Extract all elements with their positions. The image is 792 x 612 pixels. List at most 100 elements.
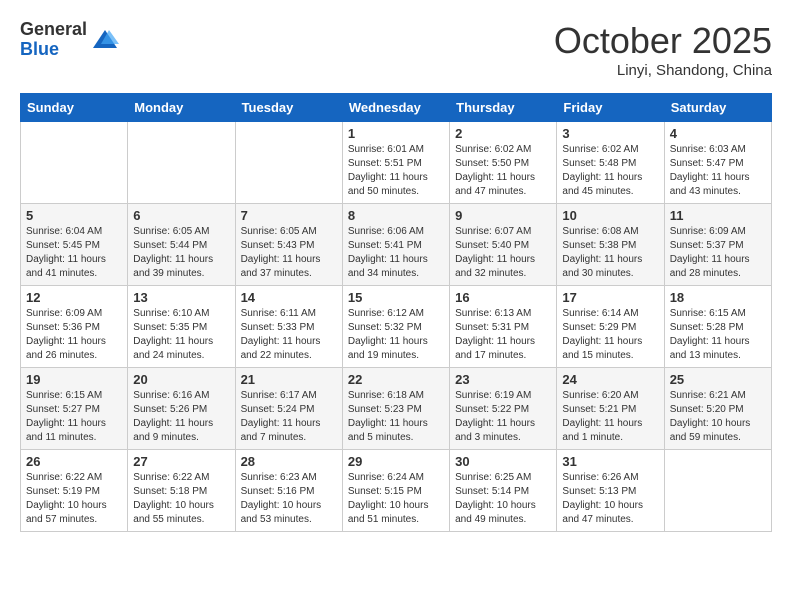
table-row: 8 Sunrise: 6:06 AM Sunset: 5:41 PM Daylig… — [342, 204, 449, 286]
table-row: 7 Sunrise: 6:05 AM Sunset: 5:43 PM Daylig… — [235, 204, 342, 286]
logo-text: General Blue — [20, 20, 87, 60]
day-info: Sunrise: 6:23 AM Sunset: 5:16 PM Dayligh… — [241, 471, 337, 527]
table-row: 18 Sunrise: 6:15 AM Sunset: 5:28 PM Dayli… — [664, 286, 771, 368]
day-info: Sunrise: 6:19 AM Sunset: 5:22 PM Dayligh… — [455, 389, 551, 445]
day-info: Sunrise: 6:22 AM Sunset: 5:18 PM Dayligh… — [133, 471, 229, 527]
day-info: Sunrise: 6:17 AM Sunset: 5:24 PM Dayligh… — [241, 389, 337, 445]
calendar-week-row: 12 Sunrise: 6:09 AM Sunset: 5:36 PM Dayli… — [21, 286, 772, 368]
table-row: 10Sunrise: 6:08 AM Sunset: 5:38 PM Dayli… — [557, 204, 664, 286]
calendar-table: Sunday Monday Tuesday Wednesday Thursday… — [20, 93, 772, 532]
day-info: Sunrise: 6:01 AM Sunset: 5:51 PM Dayligh… — [348, 143, 444, 199]
day-number: 16 — [455, 290, 551, 305]
table-row: 16 Sunrise: 6:13 AM Sunset: 5:31 PM Dayli… — [450, 286, 557, 368]
day-info: Sunrise: 6:13 AM Sunset: 5:31 PM Dayligh… — [455, 307, 551, 363]
day-info: Sunrise: 6:14 AM Sunset: 5:29 PM Dayligh… — [562, 307, 658, 363]
day-number: 19 — [26, 372, 122, 387]
table-row: 27 Sunrise: 6:22 AM Sunset: 5:18 PM Dayli… — [128, 450, 235, 532]
day-number: 4 — [670, 126, 766, 141]
table-row — [235, 122, 342, 204]
day-info: Sunrise: 6:21 AM Sunset: 5:20 PM Dayligh… — [670, 389, 766, 445]
day-number: 3 — [562, 126, 658, 141]
table-row: 14Sunrise: 6:11 AM Sunset: 5:33 PM Dayli… — [235, 286, 342, 368]
table-row: 13Sunrise: 6:10 AM Sunset: 5:35 PM Dayli… — [128, 286, 235, 368]
day-info: Sunrise: 6:05 AM Sunset: 5:44 PM Dayligh… — [133, 225, 229, 281]
day-info: Sunrise: 6:15 AM Sunset: 5:28 PM Dayligh… — [670, 307, 766, 363]
day-info: Sunrise: 6:12 AM Sunset: 5:32 PM Dayligh… — [348, 307, 444, 363]
day-info: Sunrise: 6:03 AM Sunset: 5:47 PM Dayligh… — [670, 143, 766, 199]
day-info: Sunrise: 6:05 AM Sunset: 5:43 PM Dayligh… — [241, 225, 337, 281]
day-number: 10 — [562, 208, 658, 223]
day-info: Sunrise: 6:20 AM Sunset: 5:21 PM Dayligh… — [562, 389, 658, 445]
table-row — [128, 122, 235, 204]
calendar-header-row: Sunday Monday Tuesday Wednesday Thursday… — [21, 94, 772, 122]
day-number: 22 — [348, 372, 444, 387]
day-info: Sunrise: 6:18 AM Sunset: 5:23 PM Dayligh… — [348, 389, 444, 445]
day-number: 8 — [348, 208, 444, 223]
day-info: Sunrise: 6:15 AM Sunset: 5:27 PM Dayligh… — [26, 389, 122, 445]
col-friday: Friday — [557, 94, 664, 122]
table-row: 30 Sunrise: 6:25 AM Sunset: 5:14 PM Dayli… — [450, 450, 557, 532]
table-row: 15 Sunrise: 6:12 AM Sunset: 5:32 PM Dayli… — [342, 286, 449, 368]
table-row: 3Sunrise: 6:02 AM Sunset: 5:48 PM Daylig… — [557, 122, 664, 204]
table-row — [664, 450, 771, 532]
location: Linyi, Shandong, China — [554, 62, 772, 79]
day-number: 15 — [348, 290, 444, 305]
day-number: 2 — [455, 126, 551, 141]
table-row: 9Sunrise: 6:07 AM Sunset: 5:40 PM Daylig… — [450, 204, 557, 286]
day-number: 18 — [670, 290, 766, 305]
day-number: 24 — [562, 372, 658, 387]
col-tuesday: Tuesday — [235, 94, 342, 122]
table-row: 12 Sunrise: 6:09 AM Sunset: 5:36 PM Dayli… — [21, 286, 128, 368]
day-number: 23 — [455, 372, 551, 387]
table-row: 21 Sunrise: 6:17 AM Sunset: 5:24 PM Dayli… — [235, 368, 342, 450]
day-info: Sunrise: 6:02 AM Sunset: 5:50 PM Dayligh… — [455, 143, 551, 199]
table-row: 5Sunrise: 6:04 AM Sunset: 5:45 PM Daylig… — [21, 204, 128, 286]
day-info: Sunrise: 6:09 AM Sunset: 5:36 PM Dayligh… — [26, 307, 122, 363]
table-row: 31Sunrise: 6:26 AM Sunset: 5:13 PM Dayli… — [557, 450, 664, 532]
day-number: 11 — [670, 208, 766, 223]
day-info: Sunrise: 6:16 AM Sunset: 5:26 PM Dayligh… — [133, 389, 229, 445]
day-number: 17 — [562, 290, 658, 305]
table-row: 26 Sunrise: 6:22 AM Sunset: 5:19 PM Dayli… — [21, 450, 128, 532]
day-number: 27 — [133, 454, 229, 469]
calendar-week-row: 26 Sunrise: 6:22 AM Sunset: 5:19 PM Dayli… — [21, 450, 772, 532]
day-info: Sunrise: 6:26 AM Sunset: 5:13 PM Dayligh… — [562, 471, 658, 527]
table-row: 20 Sunrise: 6:16 AM Sunset: 5:26 PM Dayli… — [128, 368, 235, 450]
calendar-week-row: 1 Sunrise: 6:01 AM Sunset: 5:51 PM Daylig… — [21, 122, 772, 204]
day-number: 20 — [133, 372, 229, 387]
col-wednesday: Wednesday — [342, 94, 449, 122]
title-block: October 2025 Linyi, Shandong, China — [554, 20, 772, 79]
day-number: 7 — [241, 208, 337, 223]
day-info: Sunrise: 6:25 AM Sunset: 5:14 PM Dayligh… — [455, 471, 551, 527]
table-row: 17 Sunrise: 6:14 AM Sunset: 5:29 PM Dayli… — [557, 286, 664, 368]
day-number: 1 — [348, 126, 444, 141]
month-title: October 2025 — [554, 20, 772, 62]
day-number: 5 — [26, 208, 122, 223]
table-row: 2 Sunrise: 6:02 AM Sunset: 5:50 PM Daylig… — [450, 122, 557, 204]
table-row: 28Sunrise: 6:23 AM Sunset: 5:16 PM Dayli… — [235, 450, 342, 532]
day-info: Sunrise: 6:09 AM Sunset: 5:37 PM Dayligh… — [670, 225, 766, 281]
table-row: 23 Sunrise: 6:19 AM Sunset: 5:22 PM Dayli… — [450, 368, 557, 450]
day-number: 29 — [348, 454, 444, 469]
day-number: 26 — [26, 454, 122, 469]
day-info: Sunrise: 6:10 AM Sunset: 5:35 PM Dayligh… — [133, 307, 229, 363]
day-info: Sunrise: 6:22 AM Sunset: 5:19 PM Dayligh… — [26, 471, 122, 527]
logo-blue: Blue — [20, 40, 87, 60]
logo-general: General — [20, 20, 87, 40]
col-sunday: Sunday — [21, 94, 128, 122]
day-info: Sunrise: 6:07 AM Sunset: 5:40 PM Dayligh… — [455, 225, 551, 281]
col-saturday: Saturday — [664, 94, 771, 122]
table-row: 19 Sunrise: 6:15 AM Sunset: 5:27 PM Dayli… — [21, 368, 128, 450]
day-number: 21 — [241, 372, 337, 387]
table-row: 4 Sunrise: 6:03 AM Sunset: 5:47 PM Daylig… — [664, 122, 771, 204]
day-number: 12 — [26, 290, 122, 305]
day-info: Sunrise: 6:06 AM Sunset: 5:41 PM Dayligh… — [348, 225, 444, 281]
col-thursday: Thursday — [450, 94, 557, 122]
table-row: 6Sunrise: 6:05 AM Sunset: 5:44 PM Daylig… — [128, 204, 235, 286]
table-row — [21, 122, 128, 204]
day-info: Sunrise: 6:11 AM Sunset: 5:33 PM Dayligh… — [241, 307, 337, 363]
table-row: 25Sunrise: 6:21 AM Sunset: 5:20 PM Dayli… — [664, 368, 771, 450]
day-number: 30 — [455, 454, 551, 469]
table-row: 11 Sunrise: 6:09 AM Sunset: 5:37 PM Dayli… — [664, 204, 771, 286]
logo: General Blue — [20, 20, 119, 60]
